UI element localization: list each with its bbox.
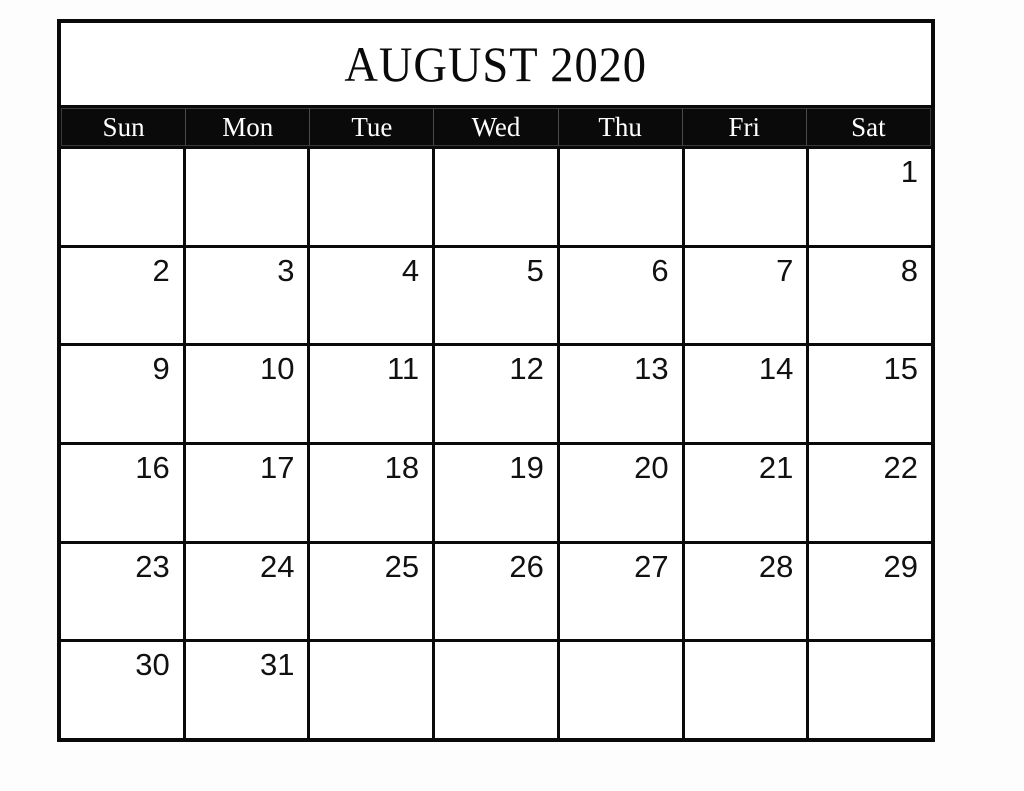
day-number: 20 xyxy=(634,450,669,486)
day-cell[interactable]: 24 xyxy=(185,543,311,640)
day-cell[interactable] xyxy=(435,642,560,739)
day-cell[interactable] xyxy=(310,642,436,739)
day-number: 3 xyxy=(277,252,295,288)
weekday-label: Thu xyxy=(598,111,642,142)
day-cell[interactable]: 4 xyxy=(310,247,436,344)
day-cell[interactable]: 2 xyxy=(61,247,186,344)
day-cell[interactable]: 29 xyxy=(809,543,932,640)
day-number: 19 xyxy=(509,450,544,486)
day-number: 31 xyxy=(259,647,295,683)
week-row: 1 xyxy=(61,149,932,248)
day-cell[interactable]: 7 xyxy=(684,247,810,344)
day-number: 26 xyxy=(509,548,544,584)
day-cell[interactable] xyxy=(185,149,311,245)
calendar: AUGUST 2020 Sun Mon Tue Wed Thu Fri Sat xyxy=(57,19,935,742)
week-row: 16 17 18 19 20 21 22 xyxy=(61,445,932,544)
weekday-header-mon: Mon xyxy=(186,108,311,146)
day-number: 7 xyxy=(776,252,794,288)
day-cell[interactable]: 26 xyxy=(435,543,560,640)
day-cell[interactable]: 10 xyxy=(185,346,311,443)
weekday-label: Sun xyxy=(102,111,145,142)
day-cell[interactable]: 11 xyxy=(310,346,436,443)
day-number: 2 xyxy=(152,252,170,288)
day-cell[interactable] xyxy=(435,149,560,245)
day-number: 9 xyxy=(152,351,170,387)
week-row: 23 24 25 26 27 28 29 xyxy=(61,543,932,643)
day-cell[interactable] xyxy=(684,642,810,739)
day-cell[interactable]: 3 xyxy=(185,247,311,344)
day-number: 24 xyxy=(259,548,295,584)
day-number: 5 xyxy=(526,252,544,288)
day-number: 11 xyxy=(386,351,420,387)
weekday-header-row: Sun Mon Tue Wed Thu Fri Sat xyxy=(61,108,931,146)
day-cell[interactable]: 21 xyxy=(684,445,810,541)
day-cell[interactable]: 14 xyxy=(684,346,810,443)
day-cell[interactable]: 12 xyxy=(435,346,560,443)
day-number: 27 xyxy=(634,548,669,584)
weekday-label: Sat xyxy=(851,111,886,142)
day-number: 29 xyxy=(883,548,919,584)
day-cell[interactable] xyxy=(809,642,932,739)
day-cell[interactable]: 27 xyxy=(559,543,685,640)
day-cell[interactable]: 8 xyxy=(809,247,932,344)
day-cell[interactable]: 16 xyxy=(61,445,186,541)
day-number: 14 xyxy=(758,351,794,387)
weekday-label: Mon xyxy=(222,111,274,142)
calendar-title-bar: AUGUST 2020 xyxy=(61,23,931,108)
day-number: 18 xyxy=(384,450,420,486)
day-number: 10 xyxy=(259,351,295,387)
day-number: 22 xyxy=(883,450,919,486)
day-cell[interactable]: 20 xyxy=(559,445,685,541)
day-cell[interactable] xyxy=(559,149,685,245)
weekday-header-thu: Thu xyxy=(558,108,683,146)
day-cell[interactable]: 13 xyxy=(559,346,685,443)
day-number: 23 xyxy=(135,548,170,584)
weekday-label: Fri xyxy=(728,111,761,142)
weekday-label: Wed xyxy=(471,111,521,142)
day-cell[interactable]: 31 xyxy=(185,642,311,739)
day-number: 4 xyxy=(401,252,420,288)
weekday-header-wed: Wed xyxy=(434,108,559,146)
weekday-header-sat: Sat xyxy=(806,108,931,146)
weekday-label: Tue xyxy=(351,111,393,142)
day-cell[interactable]: 18 xyxy=(310,445,436,541)
day-number: 8 xyxy=(900,252,919,288)
day-number: 21 xyxy=(758,450,794,486)
weekday-header-tue: Tue xyxy=(310,108,435,146)
day-cell[interactable] xyxy=(559,642,685,739)
day-number: 30 xyxy=(135,647,170,683)
day-number: 15 xyxy=(883,351,919,387)
day-number: 17 xyxy=(259,450,295,486)
day-cell[interactable]: 17 xyxy=(185,445,311,541)
day-number: 12 xyxy=(509,351,544,387)
day-cell[interactable]: 15 xyxy=(809,346,932,443)
day-number: 28 xyxy=(758,548,794,584)
day-number: 6 xyxy=(651,252,669,288)
weekday-header-fri: Fri xyxy=(682,108,807,146)
day-cell[interactable]: 6 xyxy=(559,247,685,344)
page-title: AUGUST 2020 xyxy=(344,36,648,92)
day-cell[interactable]: 19 xyxy=(435,445,560,541)
week-row: 30 31 xyxy=(61,642,932,739)
day-cell[interactable] xyxy=(684,149,810,245)
day-cell[interactable]: 9 xyxy=(61,346,186,443)
day-number: 1 xyxy=(900,154,919,189)
week-row: 9 10 11 12 13 14 15 xyxy=(61,346,932,446)
day-cell[interactable]: 25 xyxy=(310,543,436,640)
day-cell[interactable]: 22 xyxy=(809,445,932,541)
weekday-header-sun: Sun xyxy=(61,108,187,146)
week-row: 2 3 4 5 6 7 8 xyxy=(61,247,932,347)
day-number: 25 xyxy=(384,548,420,584)
day-cell[interactable]: 23 xyxy=(61,543,186,640)
day-cell[interactable]: 28 xyxy=(684,543,810,640)
day-number: 16 xyxy=(135,450,170,486)
day-number: 13 xyxy=(634,351,669,387)
day-cell[interactable] xyxy=(310,149,436,245)
day-cell[interactable]: 1 xyxy=(809,149,932,245)
day-cell[interactable] xyxy=(61,149,186,245)
day-cell[interactable]: 5 xyxy=(435,247,560,344)
day-cell[interactable]: 30 xyxy=(61,642,186,739)
day-grid: 1 2 3 4 5 6 7 8 9 10 11 12 13 14 15 16 1… xyxy=(61,146,932,739)
